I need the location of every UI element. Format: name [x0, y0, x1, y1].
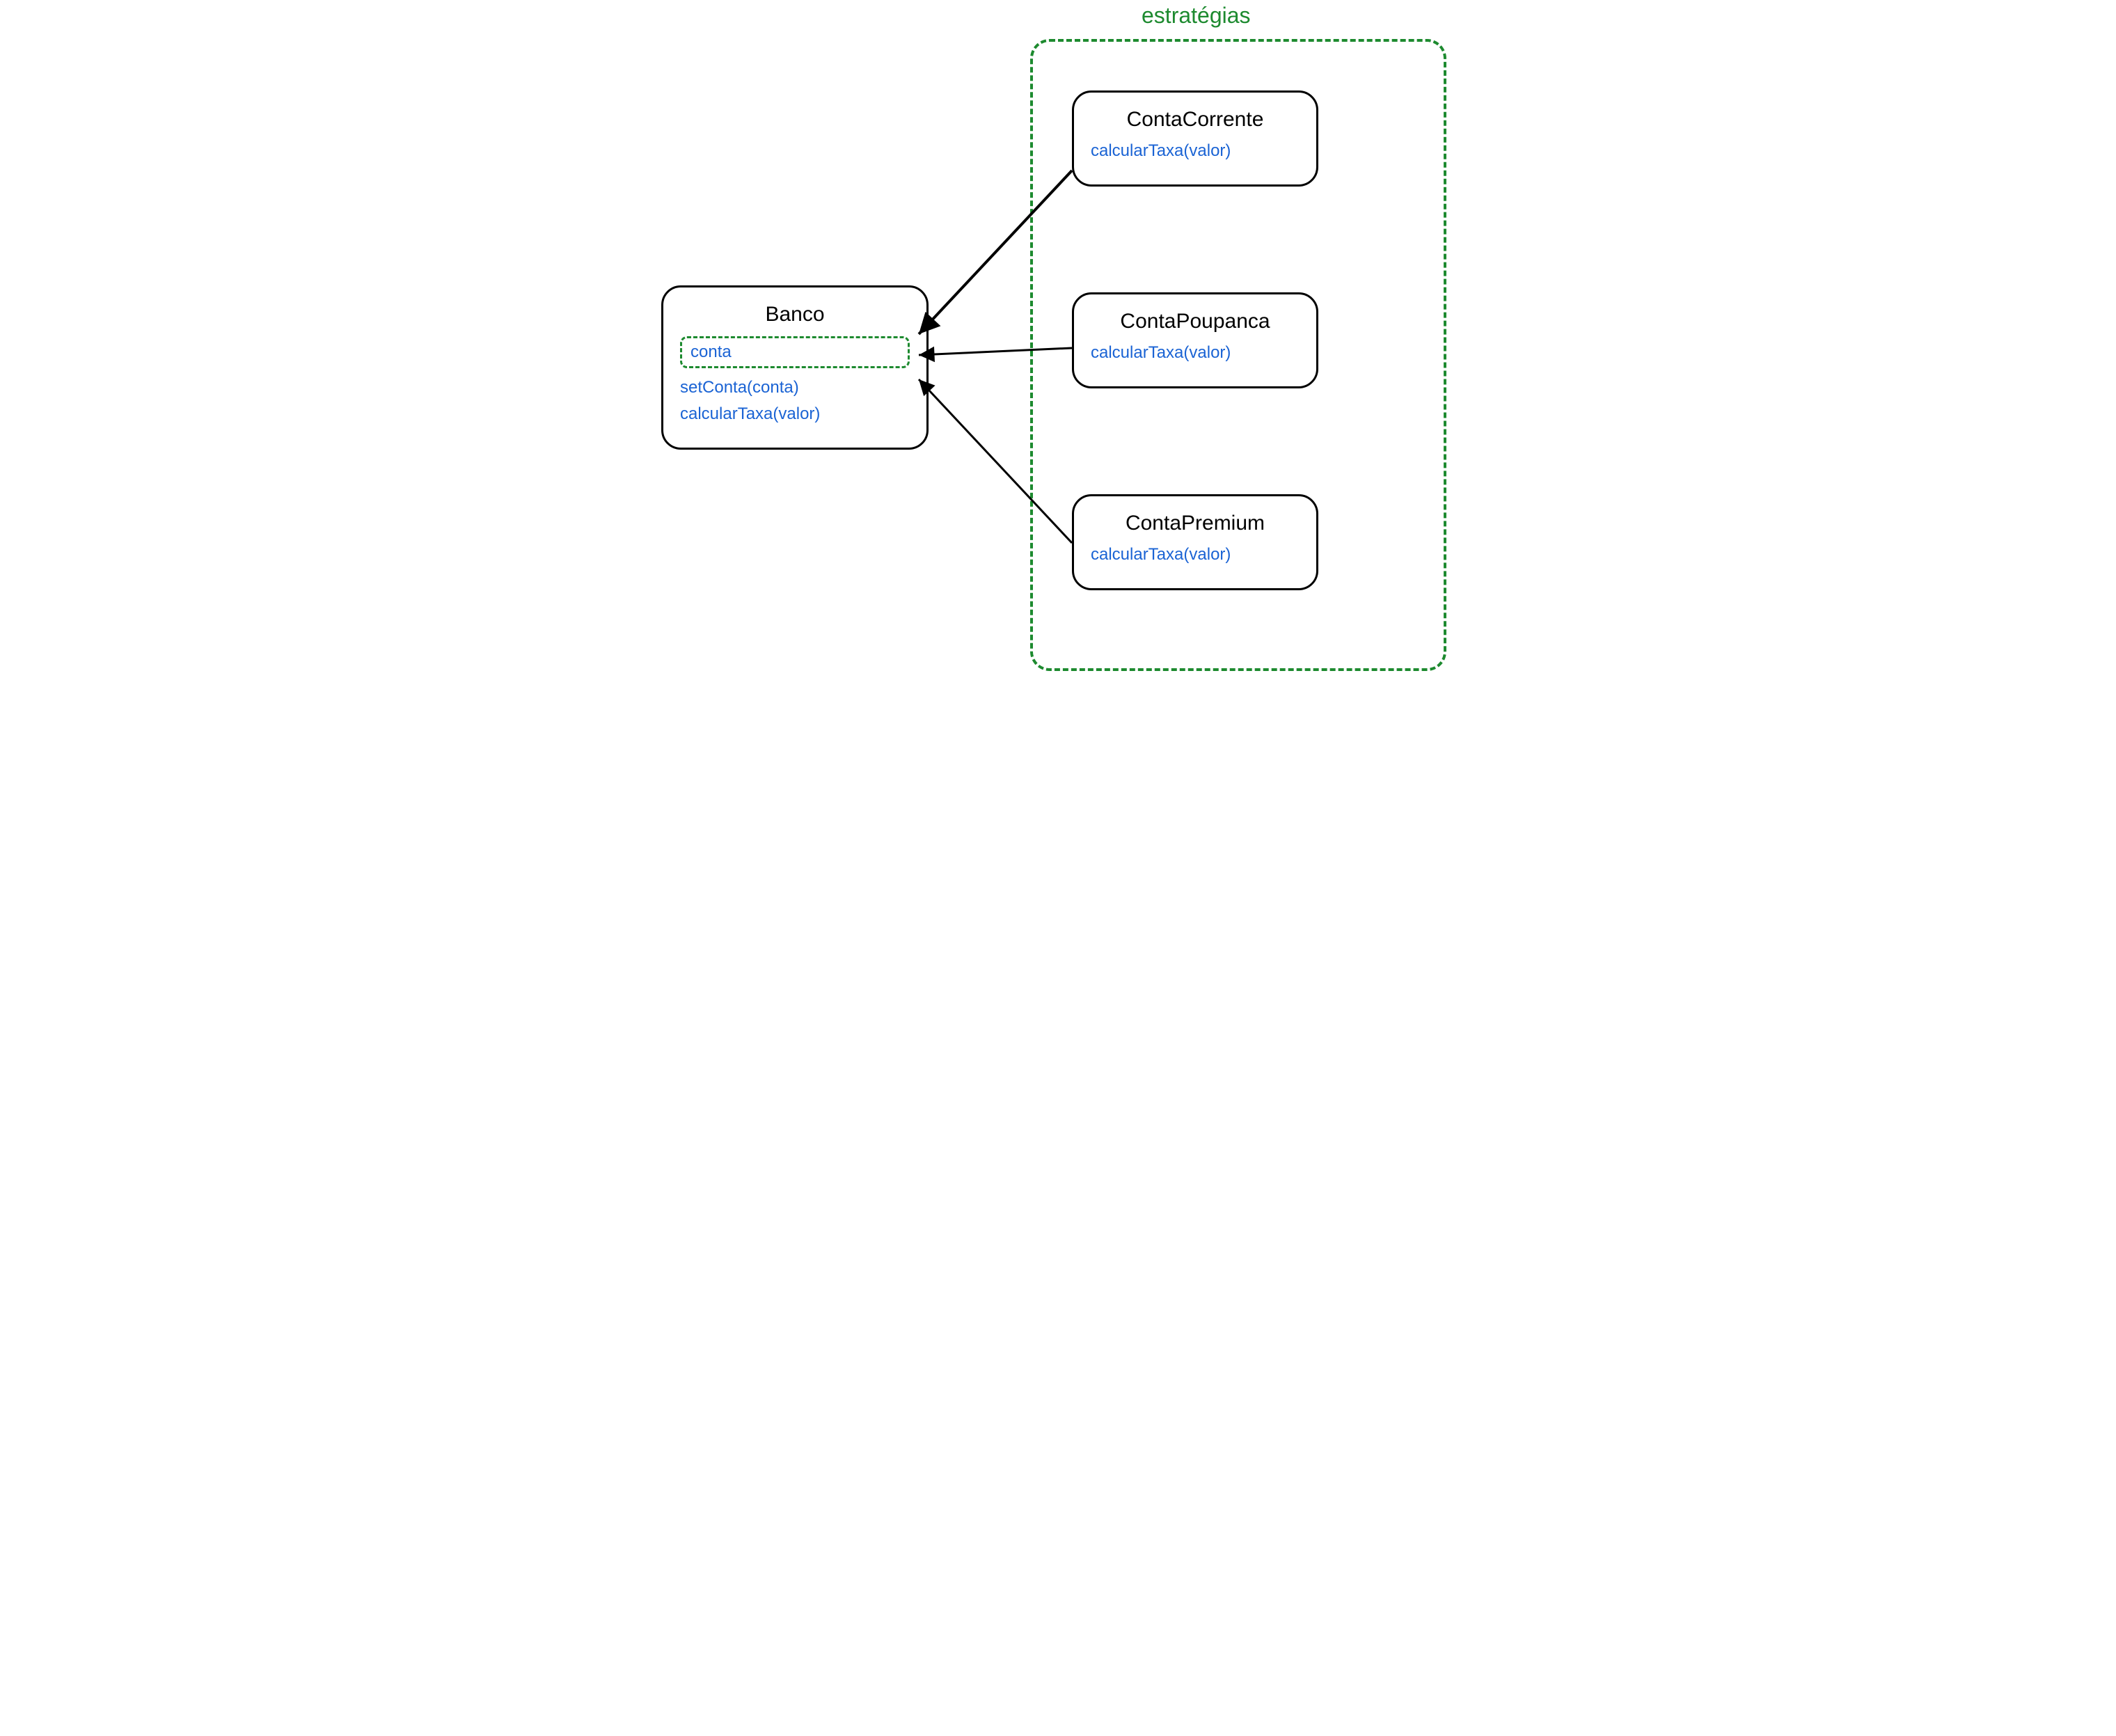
method-calculartaxa: calcularTaxa(valor) — [1091, 141, 1300, 161]
class-title: ContaPremium — [1091, 512, 1300, 535]
field-conta: conta — [690, 342, 899, 362]
method-calculartaxa: calcularTaxa(valor) — [680, 404, 910, 424]
class-title: Banco — [680, 303, 910, 326]
class-box-banco: Banco conta setConta(conta) calcularTaxa… — [661, 285, 929, 450]
class-box-contapoupanca: ContaPoupanca calcularTaxa(valor) — [1072, 292, 1318, 388]
class-box-contapremium: ContaPremium calcularTaxa(valor) — [1072, 494, 1318, 590]
strategies-group-label: estratégias — [1142, 3, 1251, 29]
class-box-contacorrente: ContaCorrente calcularTaxa(valor) — [1072, 90, 1318, 187]
method-calculartaxa: calcularTaxa(valor) — [1091, 545, 1300, 565]
method-setconta: setConta(conta) — [680, 378, 910, 397]
method-calculartaxa: calcularTaxa(valor) — [1091, 343, 1300, 363]
field-conta-box: conta — [680, 336, 910, 368]
diagram-stage: estratégias Banco conta setConta(conta) … — [640, 0, 1476, 696]
class-title: ContaPoupanca — [1091, 310, 1300, 333]
class-title: ContaCorrente — [1091, 108, 1300, 132]
